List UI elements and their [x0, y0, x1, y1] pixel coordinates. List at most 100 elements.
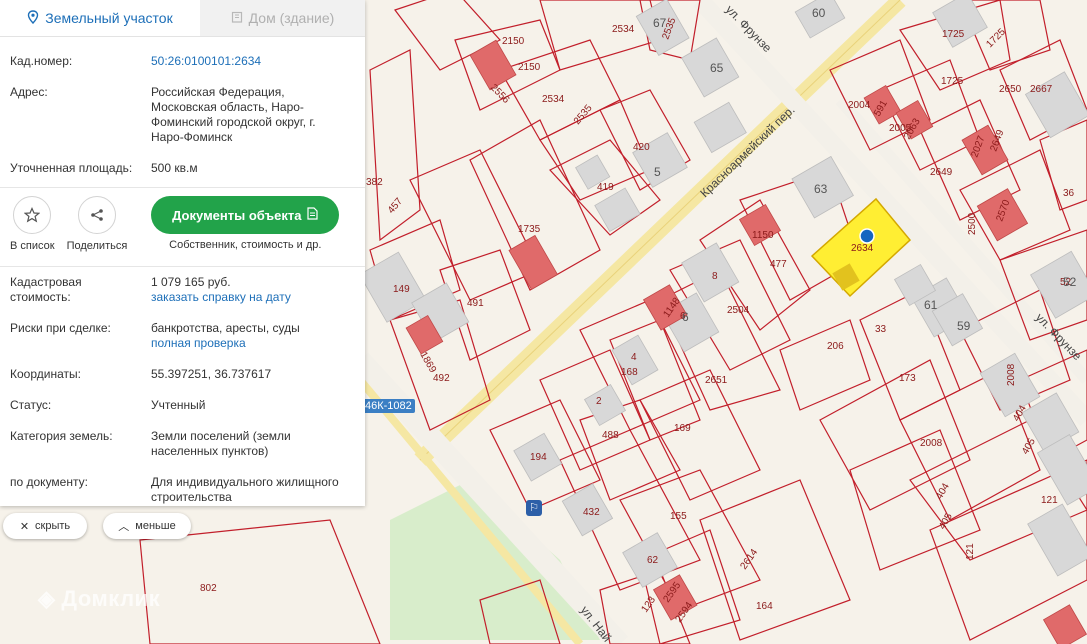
share-icon	[77, 196, 116, 234]
parcel-number-label: 492	[433, 373, 450, 384]
hide-label: скрыть	[35, 520, 71, 532]
watermark-text: Домклик	[61, 586, 161, 611]
parcel-number-label: 1725	[941, 76, 964, 87]
parcel-number-label: 2008	[920, 438, 943, 449]
cadastral-number-link[interactable]: 50:26:0100101:2634	[151, 54, 355, 69]
less-label: меньше	[135, 520, 176, 532]
parcel-number-label: 121	[1041, 495, 1058, 506]
permitted-use-value: Для индивидуального жилищного строительс…	[151, 475, 339, 504]
area-value: 500 кв.м	[151, 161, 198, 175]
parcel-number-label: 2004	[848, 100, 871, 111]
address-label: Адрес:	[10, 85, 48, 99]
parcel-number-label: 382	[366, 177, 383, 188]
status-value: Учтенный	[151, 398, 206, 412]
parcel-number-label: 121	[965, 543, 976, 560]
location-marker[interactable]	[859, 228, 875, 244]
parcel-number-label: 488	[602, 430, 619, 441]
panel-tabs: Земельный участок Дом (здание)	[0, 0, 365, 37]
document-icon	[307, 207, 319, 223]
add-to-list-button[interactable]: В список	[10, 196, 55, 252]
land-category-value: Земли поселений (земли населенных пункто…	[151, 429, 291, 458]
address-value: Российская Федерация, Московская область…	[151, 85, 316, 144]
parcel-number-label: 164	[756, 601, 773, 612]
area-row: Уточненная площадь: 500 кв.м	[0, 161, 365, 176]
parcel-number-label: 420	[633, 142, 650, 153]
coordinates-label: Координаты:	[10, 367, 81, 381]
cadastral-number-label: Кад.номер:	[10, 54, 73, 68]
status-label: Статус:	[10, 398, 52, 412]
parcel-number-label: 419	[597, 182, 614, 193]
parcel-number-label: 149	[393, 284, 410, 295]
house-number-label: 67	[653, 16, 667, 30]
parcel-number-label: 1735	[518, 224, 541, 235]
tab-house[interactable]: Дом (здание)	[200, 0, 365, 36]
status-row: Статус: Учтенный	[0, 398, 365, 413]
parcel-number-label: 2534	[542, 94, 565, 105]
parcel-number-label: 173	[899, 373, 916, 384]
chevron-up-icon: ︿	[118, 521, 130, 533]
domclick-watermark: ◈ Домклик	[38, 586, 160, 612]
house-number-label: 61	[924, 298, 938, 312]
parcel-number-label: 8	[712, 271, 718, 282]
add-to-list-label: В список	[10, 240, 55, 252]
share-label: Поделиться	[66, 240, 128, 252]
full-check-link[interactable]: полная проверка	[151, 336, 355, 351]
coordinates-row: Координаты: 55.397251, 36.737617	[0, 367, 365, 382]
documents-block: Документы объекта Собственник, стоимость…	[151, 196, 340, 251]
house-number-label: 60	[812, 6, 826, 20]
parcel-number-label: 36	[1063, 188, 1075, 199]
parcel-number-label: 1725	[942, 29, 965, 40]
bus-stop-icon[interactable]: ⚐	[526, 500, 542, 516]
parcel-number-label: 802	[200, 583, 217, 594]
parcel-number-label: 2504	[727, 305, 750, 316]
documents-button[interactable]: Документы объекта	[151, 196, 340, 234]
road-number-badge: 46К-1082	[362, 399, 415, 413]
cadastral-cost-label: Кадастровая стоимость:	[10, 275, 82, 304]
domclick-logo-icon: ◈	[38, 586, 56, 611]
permitted-use-row: по документу: Для индивидуального жилищн…	[0, 475, 365, 505]
parcel-number-label: 2649	[930, 167, 953, 178]
parcel-number-label: 2650	[999, 84, 1022, 95]
tab-land-plot[interactable]: Земельный участок	[0, 0, 200, 36]
risks-label: Риски при сделке:	[10, 321, 111, 335]
parcel-number-label: 2500	[967, 212, 978, 235]
area-label: Уточненная площадь:	[10, 161, 133, 175]
house-number-label: 63	[814, 182, 828, 196]
house-number-label: 59	[957, 319, 971, 333]
actions-bar: В список Поделиться Документы объекта Со…	[0, 188, 365, 260]
risks-value: банкротства, аресты, суды	[151, 321, 300, 335]
collapse-panel-button[interactable]: ︿ меньше	[103, 513, 191, 539]
land-category-label: Категория земель:	[10, 429, 113, 443]
house-number-label: 65	[710, 61, 724, 75]
parcel-number-label: 206	[827, 341, 844, 352]
hide-panel-button[interactable]: ✕ скрыть	[3, 513, 87, 539]
parcel-number-label: 1150	[752, 230, 774, 241]
star-icon	[13, 196, 52, 234]
cadastral-number-row: Кад.номер: 50:26:0100101:2634	[0, 54, 365, 69]
order-certificate-link[interactable]: заказать справку на дату	[151, 290, 355, 305]
parcel-number-label: 2	[596, 396, 602, 407]
parcel-number-label: 2667	[1030, 84, 1053, 95]
parcel-number-label: 2651	[705, 375, 728, 386]
selected-parcel-label: 2634	[851, 243, 874, 254]
documents-button-label: Документы объекта	[172, 207, 302, 223]
parcel-number-label: 491	[467, 298, 484, 309]
parcel-number-label: 477	[770, 259, 787, 270]
coordinates-value: 55.397251, 36.737617	[151, 367, 272, 381]
info-panel: Земельный участок Дом (здание) Кад.номер…	[0, 0, 365, 506]
share-button[interactable]: Поделиться	[66, 196, 128, 252]
land-category-row: Категория земель: Земли поселений (земли…	[0, 429, 365, 459]
parcel-number-label: 169	[674, 423, 691, 434]
risks-row: Риски при сделке: банкротства, аресты, с…	[0, 321, 365, 351]
house-number-label: 52	[1063, 275, 1077, 289]
documents-subtitle: Собственник, стоимость и др.	[169, 239, 322, 251]
parcel-number-label: 2150	[502, 36, 525, 47]
cadastral-cost-value: 1 079 165 руб.	[151, 275, 231, 289]
parcel-number-label: 168	[621, 367, 638, 378]
parcel-number-label: 194	[530, 452, 547, 463]
parcel-number-label: 4	[631, 352, 637, 363]
parcel-number-label: 2150	[518, 62, 541, 73]
parcel-number-label: 33	[875, 324, 887, 335]
map-pin-icon	[27, 9, 39, 27]
parcel-number-label: 62	[647, 555, 659, 566]
